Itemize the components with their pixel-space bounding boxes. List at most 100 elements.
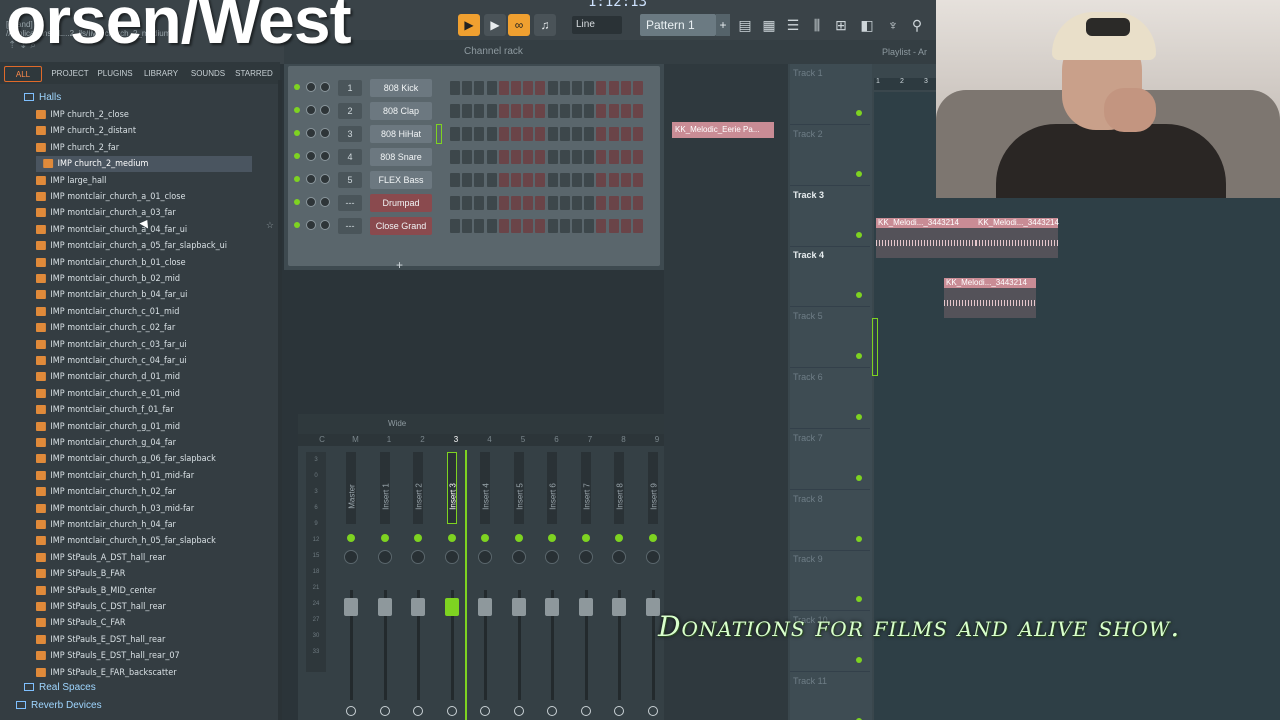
step-button[interactable] bbox=[462, 196, 473, 210]
browser-file-item[interactable]: IMP montclair_church_g_04_far bbox=[36, 435, 176, 451]
volume-fader[interactable] bbox=[478, 598, 492, 616]
step-button[interactable] bbox=[523, 219, 534, 233]
volume-fader[interactable] bbox=[545, 598, 559, 616]
track-header[interactable]: Track 3 bbox=[790, 186, 870, 247]
route-icon[interactable] bbox=[413, 706, 423, 716]
step-button[interactable] bbox=[474, 219, 485, 233]
step-button[interactable] bbox=[596, 173, 607, 187]
step-button[interactable] bbox=[498, 104, 509, 118]
mixer-view-mode[interactable]: Wide bbox=[388, 419, 406, 428]
step-button[interactable] bbox=[596, 150, 607, 164]
step-button[interactable] bbox=[633, 127, 643, 141]
step-button[interactable] bbox=[559, 173, 570, 187]
step-button[interactable] bbox=[608, 219, 619, 233]
step-button[interactable] bbox=[633, 104, 643, 118]
step-button[interactable] bbox=[523, 173, 534, 187]
track-mute-led[interactable] bbox=[856, 414, 862, 420]
route-icon[interactable] bbox=[580, 706, 591, 716]
mixer-strip[interactable]: Insert 5 bbox=[506, 450, 534, 718]
browser-file-item[interactable]: IMP StPauls_C_FAR bbox=[36, 615, 125, 631]
browser-file-item[interactable]: IMP montclair_church_a_01_close bbox=[36, 189, 185, 205]
channel-name-button[interactable]: 808 HiHat bbox=[370, 125, 432, 143]
browser-file-item[interactable]: IMP montclair_church_a_04_far_ui bbox=[36, 222, 187, 238]
route-icon[interactable] bbox=[346, 706, 356, 716]
step-button[interactable] bbox=[608, 173, 619, 187]
browser-file-item[interactable]: IMP montclair_church_g_01_mid bbox=[36, 419, 180, 435]
step-button[interactable] bbox=[584, 104, 595, 118]
track-mute-led[interactable] bbox=[856, 110, 862, 116]
channel-mixer-track[interactable]: --- bbox=[338, 218, 362, 234]
step-button[interactable] bbox=[608, 196, 619, 210]
link-button[interactable]: ∞ bbox=[508, 14, 530, 36]
browser-file-item[interactable]: IMP church_2_distant bbox=[36, 123, 136, 139]
step-button[interactable] bbox=[462, 219, 473, 233]
mixer-strip[interactable]: Insert 1 bbox=[372, 450, 400, 718]
step-button[interactable] bbox=[535, 173, 546, 187]
browser-file-item[interactable]: IMP montclair_church_c_01_mid bbox=[36, 304, 179, 320]
step-button[interactable] bbox=[584, 219, 595, 233]
track-mute-led[interactable] bbox=[856, 657, 862, 664]
volume-fader[interactable] bbox=[344, 598, 358, 616]
channel-name-button[interactable]: 808 Clap bbox=[370, 102, 432, 120]
browser-file-item[interactable]: IMP montclair_church_h_01_mid-far bbox=[36, 468, 194, 484]
step-button[interactable] bbox=[584, 173, 595, 187]
step-button[interactable] bbox=[572, 150, 582, 164]
track-mute-led[interactable] bbox=[856, 353, 862, 360]
browser-file-item[interactable]: IMP montclair_church_a_03_far bbox=[36, 205, 176, 221]
step-button[interactable] bbox=[633, 196, 643, 210]
strip-pan-knob[interactable] bbox=[511, 550, 526, 564]
step-button[interactable] bbox=[608, 127, 619, 141]
channel-volume-knob[interactable] bbox=[320, 151, 330, 161]
metronome-button[interactable]: ♫ bbox=[534, 14, 556, 36]
volume-fader[interactable] bbox=[612, 598, 626, 616]
step-button[interactable] bbox=[608, 81, 619, 95]
browser-file-item[interactable]: IMP montclair_church_h_03_mid-far bbox=[36, 501, 194, 517]
step-button[interactable] bbox=[572, 127, 582, 141]
track-header[interactable]: Track 6 bbox=[790, 368, 870, 429]
mixer-strip[interactable]: Insert 2 bbox=[405, 450, 433, 718]
step-button[interactable] bbox=[498, 81, 509, 95]
step-button[interactable] bbox=[486, 150, 497, 164]
step-button[interactable] bbox=[547, 196, 558, 210]
route-icon[interactable] bbox=[547, 706, 557, 716]
mixer-strip[interactable]: Insert 4 bbox=[472, 450, 500, 718]
step-button[interactable] bbox=[486, 81, 497, 95]
step-button[interactable] bbox=[511, 150, 521, 164]
step-button[interactable] bbox=[511, 173, 521, 187]
step-button[interactable] bbox=[486, 173, 497, 187]
channel-rack-icon[interactable]: ⊞ bbox=[832, 16, 850, 34]
channel-mixer-track[interactable]: 5 bbox=[338, 172, 362, 188]
browser-file-item[interactable]: IMP montclair_church_c_04_far_ui bbox=[36, 353, 187, 369]
track-mute-led[interactable] bbox=[856, 231, 862, 238]
step-button[interactable] bbox=[633, 81, 643, 95]
strip-pan-knob[interactable] bbox=[344, 550, 358, 564]
step-button[interactable] bbox=[559, 196, 570, 210]
step-button[interactable] bbox=[450, 196, 460, 210]
strip-pan-knob[interactable] bbox=[645, 550, 660, 564]
track-header[interactable]: Track 5 bbox=[790, 307, 870, 369]
step-button[interactable] bbox=[474, 196, 485, 210]
plugin-icon[interactable]: ◧ bbox=[858, 16, 876, 34]
channel-pan-knob[interactable] bbox=[306, 82, 316, 92]
step-button[interactable] bbox=[523, 81, 534, 95]
tab-sounds[interactable]: SOUNDS bbox=[188, 66, 228, 82]
step-button[interactable] bbox=[511, 196, 521, 210]
step-button[interactable] bbox=[474, 173, 485, 187]
route-icon[interactable] bbox=[480, 706, 490, 716]
step-button[interactable] bbox=[584, 127, 595, 141]
tempo-icon[interactable]: ♆ bbox=[884, 16, 902, 34]
folder-halls[interactable]: Halls bbox=[24, 90, 61, 106]
browser-file-item[interactable]: IMP montclair_church_c_03_far_ui bbox=[36, 337, 187, 353]
track-mute-led[interactable] bbox=[856, 474, 862, 481]
step-button[interactable] bbox=[523, 104, 534, 118]
browser-file-item[interactable]: IMP montclair_church_d_01_mid bbox=[36, 369, 180, 385]
track-mute-led[interactable] bbox=[856, 170, 862, 177]
channel-volume-knob[interactable] bbox=[320, 128, 330, 138]
track-header[interactable]: Track 11 bbox=[790, 672, 870, 720]
strip-enable-led[interactable] bbox=[514, 534, 523, 542]
step-button[interactable] bbox=[523, 150, 534, 164]
channel-name-button[interactable]: 808 Snare bbox=[370, 148, 432, 166]
channel-volume-knob[interactable] bbox=[320, 82, 330, 92]
step-button[interactable] bbox=[486, 219, 497, 233]
step-button[interactable] bbox=[450, 81, 460, 95]
